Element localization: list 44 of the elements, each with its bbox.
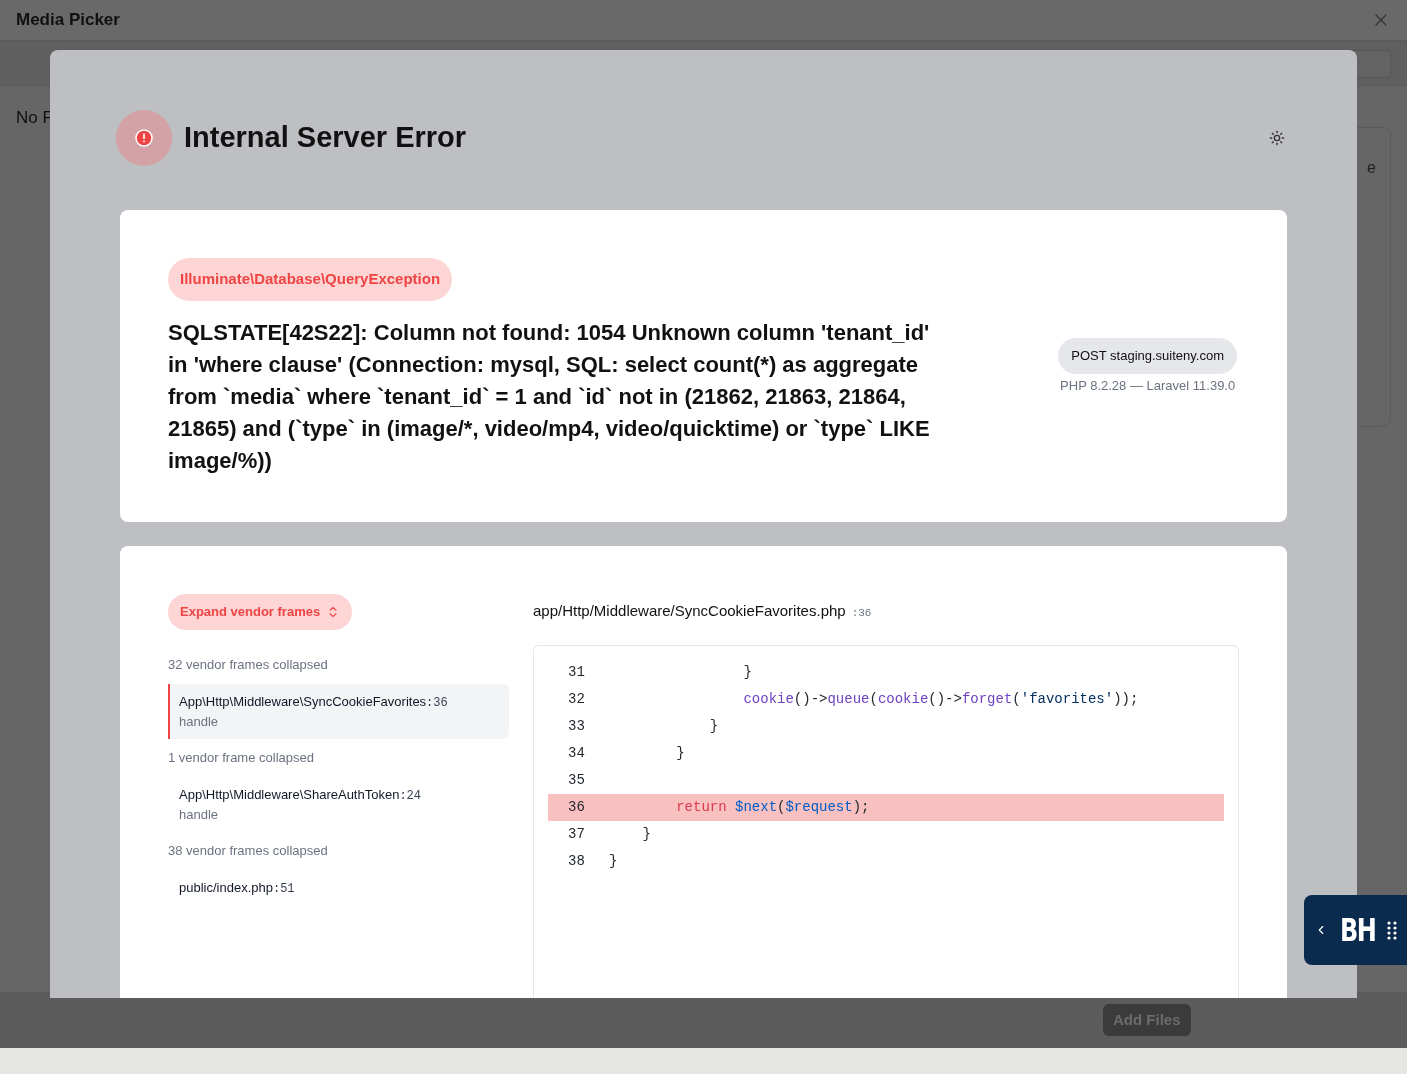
frame-class: public/index.php [179, 878, 273, 897]
line-number: 34 [567, 743, 586, 763]
collapsed-frames-label[interactable]: 1 vendor frame collapsed [168, 739, 509, 777]
code-text: } [609, 851, 618, 871]
code-text: cookie()->queue(cookie()->forget('favorites')); [742, 689, 1139, 709]
code-text: } [708, 716, 719, 736]
code-text: } [742, 662, 752, 682]
sun-icon[interactable] [1269, 130, 1285, 146]
error-title: Internal Server Error [184, 120, 467, 156]
code-text: } [641, 824, 651, 844]
collapsed-frames-label[interactable]: 38 vendor frames collapsed [168, 832, 509, 870]
frame-class: App\Http\Middleware\SyncCookieFavorites [179, 692, 427, 711]
stack-frame[interactable]: App\Http\Middleware\ShareAuthToken:24 handle [168, 776, 509, 832]
line-number: 37 [567, 824, 586, 844]
frame-class: App\Http\Middleware\ShareAuthToken [179, 785, 400, 804]
version-text: PHP 8.2.28 — Laravel 11.39.0 [1060, 376, 1236, 395]
line-number: 38 [567, 851, 586, 871]
expand-vendor-frames-button[interactable]: Expand vendor frames [168, 594, 353, 630]
line-number: 33 [567, 716, 586, 736]
code-text: } [675, 743, 685, 763]
frame-method: handle [179, 712, 220, 731]
frame-line: :51 [272, 880, 295, 898]
frame-line: :24 [399, 787, 421, 805]
file-path: app/Http/Middleware/SyncCookieFavorites.php [533, 601, 846, 621]
line-number: 32 [567, 689, 586, 709]
alert-icon [135, 129, 153, 147]
file-line: :36 [851, 606, 872, 621]
line-number: 36 [567, 797, 586, 817]
drag-handle-icon [1387, 920, 1398, 940]
stack-frame[interactable]: App\Http\Middleware\SyncCookieFavorites:36 handle [168, 683, 509, 739]
stack-frame[interactable]: public/index.php:51 [168, 869, 509, 906]
logo-text: BH [1339, 910, 1376, 951]
window-title: Media Picker [16, 9, 120, 32]
exception-class-badge: Illuminate\Database\QueryException [168, 258, 453, 301]
frame-line: :36 [426, 694, 448, 712]
frame-method: handle [179, 805, 220, 824]
panel-text: e [1367, 158, 1376, 178]
request-pill: POST staging.suiteny.com [1058, 338, 1237, 374]
exception-message: SQLSTATE[42S22]: Column not found: 1054 Unknown column 'tenant_id' in 'where clause' (Connection: mysql, SQL: select count(*) as aggregate from `media` where `tenant_id` = 1 and `id` not in (21862, 21863, 21864, 21865) and (`type` in (image/*, video/mp4, video/quicktime) or `type` LIKE image/%)) [168, 318, 931, 475]
collapsed-frames-label[interactable]: 32 vendor frames collapsed [168, 646, 509, 684]
floating-widget[interactable]: BH [1304, 895, 1407, 965]
line-number: 35 [567, 770, 586, 790]
code-text: return $next($request); [675, 797, 870, 817]
line-number: 31 [567, 662, 586, 682]
